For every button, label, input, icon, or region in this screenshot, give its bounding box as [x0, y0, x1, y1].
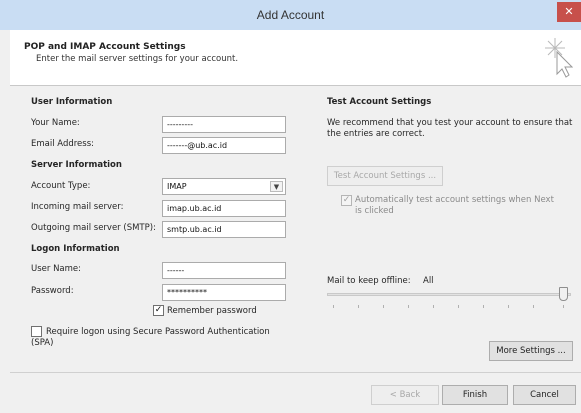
spa-label-line2: (SPA)	[31, 338, 54, 348]
auto-test-checkbox[interactable]: ✓	[341, 195, 352, 206]
offline-slider-track[interactable]	[327, 293, 571, 296]
slider-tick	[533, 305, 534, 308]
title-bar: Add Account ✕	[0, 0, 581, 30]
outgoing-server-label: Outgoing mail server (SMTP):	[31, 223, 156, 233]
logon-info-heading: Logon Information	[31, 244, 120, 254]
offline-slider-thumb[interactable]	[559, 287, 568, 301]
close-icon[interactable]: ✕	[557, 2, 581, 22]
email-field[interactable]	[162, 137, 286, 154]
your-name-field[interactable]	[162, 116, 286, 133]
test-description-line2: the entries are correct.	[327, 129, 425, 139]
incoming-server-label: Incoming mail server:	[31, 202, 124, 212]
dialog-header: POP and IMAP Account Settings Enter the …	[10, 30, 581, 86]
server-info-heading: Server Information	[31, 160, 122, 170]
slider-tick	[563, 305, 564, 308]
slider-tick	[433, 305, 434, 308]
username-field[interactable]	[162, 262, 286, 279]
username-label: User Name:	[31, 264, 82, 274]
your-name-label: Your Name:	[31, 118, 80, 128]
offline-label: Mail to keep offline:	[327, 276, 411, 286]
header-subtitle: Enter the mail server settings for your …	[36, 54, 239, 64]
finish-button[interactable]: Finish	[442, 385, 508, 405]
test-account-settings-button[interactable]: Test Account Settings ...	[327, 166, 443, 186]
more-settings-button[interactable]: More Settings ...	[489, 341, 573, 361]
account-type-label: Account Type:	[31, 181, 91, 191]
offline-value: All	[423, 276, 434, 286]
spa-label-line1: Require logon using Secure Password Auth…	[46, 327, 270, 337]
remember-password-checkbox[interactable]: ✓	[153, 305, 164, 316]
chevron-down-icon[interactable]: ▼	[270, 181, 283, 192]
add-account-dialog: Add Account ✕ POP and IMAP Account Setti…	[0, 0, 581, 413]
window-title: Add Account	[256, 8, 325, 22]
footer-divider	[10, 372, 581, 373]
slider-tick	[383, 305, 384, 308]
password-label: Password:	[31, 286, 74, 296]
cancel-button[interactable]: Cancel	[513, 385, 576, 405]
slider-tick	[508, 305, 509, 308]
account-type-select[interactable]: IMAP ▼	[162, 178, 286, 195]
slider-tick	[408, 305, 409, 308]
slider-tick	[333, 305, 334, 308]
incoming-server-field[interactable]	[162, 200, 286, 217]
slider-tick	[458, 305, 459, 308]
test-description-line1: We recommend that you test your account …	[327, 118, 573, 128]
auto-test-label-line2: is clicked	[355, 206, 394, 216]
test-settings-heading: Test Account Settings	[327, 97, 432, 107]
outgoing-server-field[interactable]	[162, 221, 286, 238]
cursor-sparkle-icon	[545, 38, 573, 78]
email-label: Email Address:	[31, 139, 94, 149]
auto-test-label-line1: Automatically test account settings when…	[355, 195, 554, 205]
spa-checkbox[interactable]	[31, 326, 42, 337]
back-button[interactable]: < Back	[371, 385, 439, 405]
account-type-value: IMAP	[167, 182, 187, 191]
slider-tick	[483, 305, 484, 308]
password-field[interactable]	[162, 284, 286, 301]
user-info-heading: User Information	[31, 97, 113, 107]
header-title: POP and IMAP Account Settings	[24, 42, 186, 52]
slider-tick	[358, 305, 359, 308]
remember-password-label: Remember password	[167, 306, 257, 316]
